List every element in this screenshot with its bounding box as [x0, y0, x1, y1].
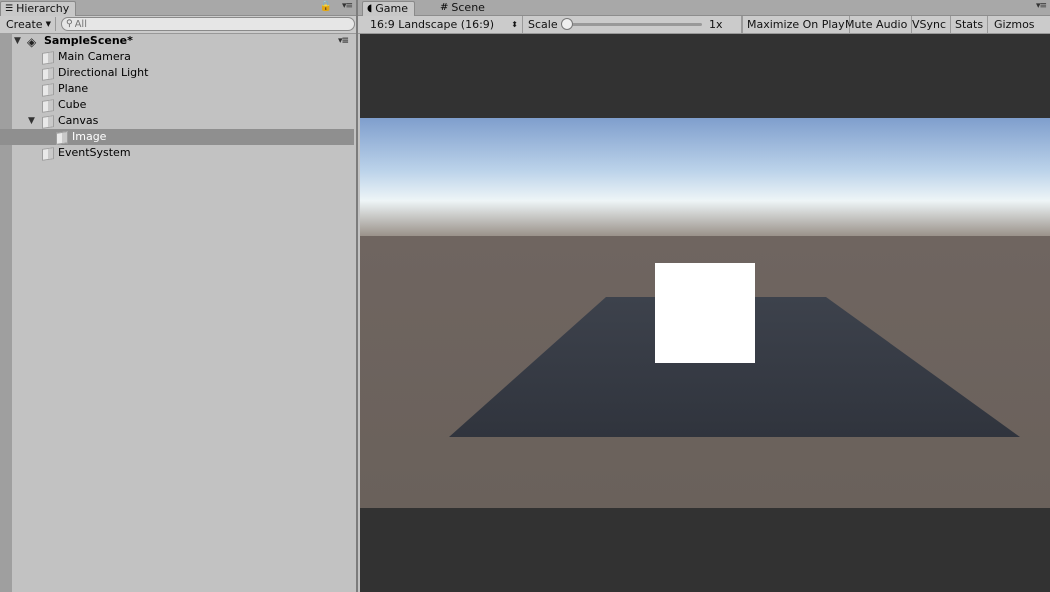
hierarchy-tabstrip: ☰ Hierarchy 🔒 ▾≡: [0, 0, 356, 16]
gameobject-icon: [56, 131, 68, 145]
item-label: Directional Light: [58, 66, 149, 79]
tab-scene-label: Scene: [451, 1, 485, 14]
pacman-icon: ◖: [367, 3, 373, 14]
game-viewport[interactable]: [360, 34, 1050, 592]
scale-label: Scale: [528, 18, 558, 31]
tab-hierarchy[interactable]: ☰ Hierarchy: [0, 1, 77, 16]
aspect-label: 16:9 Landscape (16:9): [370, 18, 495, 31]
gameobject-icon: [42, 83, 54, 97]
scale-value: 1x: [705, 16, 742, 33]
list-item-selected[interactable]: Image: [0, 129, 354, 145]
sky: [360, 118, 1050, 236]
lock-icon[interactable]: 🔒: [320, 1, 332, 12]
panel-menu-icon[interactable]: ▾≡: [342, 1, 353, 11]
maximize-on-play-button[interactable]: Maximize On Play: [742, 16, 850, 33]
search-field[interactable]: ⚲: [61, 17, 355, 31]
tab-game-label: Game: [375, 2, 409, 15]
scale-slider-track[interactable]: [568, 23, 702, 26]
search-input[interactable]: [74, 18, 315, 30]
grid-icon: #: [440, 2, 449, 13]
list-item[interactable]: ▼ Canvas: [0, 113, 354, 129]
panel-menu-icon[interactable]: ▾≡: [1036, 1, 1047, 11]
chevron-down-icon: ▼: [45, 20, 51, 28]
item-label: Image: [72, 130, 107, 143]
tab-hierarchy-label: Hierarchy: [16, 2, 70, 15]
game-render: [360, 118, 1050, 508]
create-button[interactable]: Create ▼: [2, 17, 56, 31]
unity-scene-icon: ◈: [27, 35, 37, 49]
game-toolbar: 16:9 Landscape (16:9) ⬍ Scale 1x Maximiz…: [358, 16, 1050, 45]
item-label: EventSystem: [58, 146, 131, 159]
item-label: Main Camera: [58, 50, 131, 63]
ui-image: [655, 263, 755, 363]
gizmos-button[interactable]: Gizmos ▼: [990, 16, 1050, 45]
scene-name: SampleScene*: [44, 34, 133, 47]
item-label: Plane: [58, 82, 89, 95]
scene-row[interactable]: ▼ ◈ SampleScene* ▾≡: [0, 33, 354, 49]
aspect-dropdown[interactable]: 16:9 Landscape (16:9) ⬍: [366, 16, 523, 33]
list-icon: ☰: [5, 4, 14, 14]
updown-icon: ⬍: [511, 20, 518, 29]
gizmos-label: Gizmos: [994, 18, 1035, 31]
scene-menu-icon[interactable]: ▾≡: [338, 33, 349, 49]
list-item[interactable]: Cube: [0, 97, 354, 113]
vsync-button[interactable]: VSync: [908, 16, 952, 33]
gameobject-icon: [42, 115, 54, 129]
list-item[interactable]: EventSystem: [0, 145, 354, 161]
gameobject-icon: [42, 147, 54, 161]
expand-arrow-icon[interactable]: ▼: [28, 113, 35, 129]
item-label: Cube: [58, 98, 87, 111]
item-label: Canvas: [58, 114, 99, 127]
game-tabstrip: ◖ Game # Scene ▾≡: [358, 0, 1050, 16]
game-panel: ◖ Game # Scene ▾≡ 16:9 Landscape (16:9) …: [358, 0, 1050, 592]
search-icon: ⚲: [66, 19, 73, 29]
list-item[interactable]: Plane: [0, 81, 354, 97]
create-button-label: Create: [6, 18, 43, 31]
hierarchy-toolbar: Create ▼ ⚲: [0, 16, 356, 34]
tab-game[interactable]: ◖ Game: [362, 1, 416, 16]
list-item[interactable]: Directional Light: [0, 65, 354, 81]
tab-scene[interactable]: # Scene: [436, 1, 491, 15]
hierarchy-tree: ▼ ◈ SampleScene* ▾≡ Main Camera Directio…: [0, 33, 356, 592]
stats-button[interactable]: Stats: [951, 16, 989, 33]
gameobject-icon: [42, 99, 54, 113]
scale-slider-handle[interactable]: [561, 18, 573, 30]
hierarchy-panel: ☰ Hierarchy 🔒 ▾≡ Create▼ ⚲ ▼ ◈ SampleSce…: [0, 0, 356, 592]
list-item[interactable]: Main Camera: [0, 49, 354, 65]
expand-arrow-icon[interactable]: ▼: [14, 33, 21, 49]
mute-audio-button[interactable]: Mute Audio: [841, 16, 913, 33]
gameobject-icon: [42, 51, 54, 65]
gameobject-icon: [42, 67, 54, 81]
